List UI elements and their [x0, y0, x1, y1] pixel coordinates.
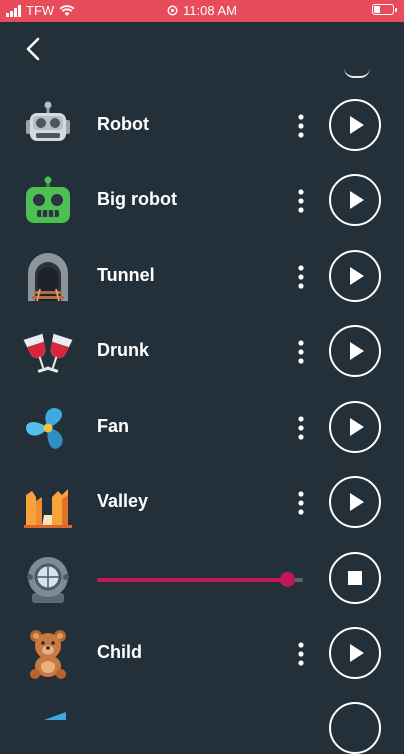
- play-icon: [350, 267, 364, 285]
- partial-play-button[interactable]: [344, 68, 370, 78]
- alarm-icon: [167, 5, 178, 16]
- chevron-left-icon: [26, 37, 40, 61]
- play-icon: [350, 493, 364, 511]
- play-button[interactable]: [329, 174, 381, 226]
- more-vertical-icon: [298, 189, 304, 213]
- list-item: Drunk: [0, 314, 404, 390]
- playback-slider[interactable]: [97, 572, 303, 587]
- play-icon: [350, 191, 364, 209]
- more-vertical-icon: [298, 340, 304, 364]
- clock-time: 11:08 AM: [183, 3, 237, 18]
- slider-thumb[interactable]: [279, 572, 295, 587]
- slider-progress: [97, 578, 287, 582]
- play-button[interactable]: [329, 325, 381, 377]
- back-button[interactable]: [22, 36, 46, 62]
- item-label: Big robot: [97, 189, 177, 209]
- play-icon: [350, 418, 364, 436]
- status-bar: TFW 11:08 AM: [0, 0, 404, 22]
- list-item: Big robot: [0, 163, 404, 239]
- list-item-playing: [0, 541, 404, 617]
- list-item: Fan: [0, 390, 404, 466]
- play-button[interactable]: [329, 401, 381, 453]
- teddy-bear-icon: [22, 628, 74, 680]
- stop-icon: [348, 571, 362, 585]
- more-options-button[interactable]: [290, 187, 312, 215]
- more-vertical-icon: [298, 114, 304, 138]
- stop-button[interactable]: [329, 552, 381, 604]
- tunnel-icon: [22, 251, 74, 303]
- play-button[interactable]: [329, 99, 381, 151]
- more-vertical-icon: [298, 265, 304, 289]
- play-button[interactable]: [329, 250, 381, 302]
- battery-icon: [372, 4, 397, 15]
- item-label: Robot: [97, 114, 149, 134]
- more-options-button[interactable]: [290, 414, 312, 442]
- play-icon: [350, 644, 364, 662]
- valley-icon: [22, 477, 74, 529]
- item-label: Fan: [97, 416, 130, 436]
- play-button[interactable]: [329, 627, 381, 679]
- robot-icon: [22, 100, 74, 152]
- big-robot-icon: [22, 175, 74, 227]
- play-icon: [350, 116, 364, 134]
- item-label: Valley: [97, 491, 149, 511]
- play-button[interactable]: [329, 476, 381, 528]
- play-icon: [350, 342, 364, 360]
- partial-play-button[interactable]: [329, 702, 381, 754]
- item-label: Child: [97, 642, 142, 662]
- item-label: Tunnel: [97, 265, 155, 285]
- more-options-button[interactable]: [290, 338, 312, 366]
- more-vertical-icon: [298, 491, 304, 515]
- more-vertical-icon: [298, 416, 304, 440]
- more-options-button[interactable]: [290, 263, 312, 291]
- more-options-button[interactable]: [290, 489, 312, 517]
- list-item: Child: [0, 616, 404, 692]
- more-options-button[interactable]: [290, 640, 312, 668]
- partial-item-icon: [44, 712, 66, 720]
- list-item: Valley: [0, 465, 404, 541]
- list-item: Tunnel: [0, 239, 404, 315]
- diver-helmet-icon: [22, 553, 74, 605]
- fan-icon: [22, 402, 74, 454]
- more-vertical-icon: [298, 642, 304, 666]
- wine-glasses-icon: [22, 326, 74, 378]
- item-label: Drunk: [97, 340, 150, 360]
- list-item: Robot: [0, 88, 404, 164]
- more-options-button[interactable]: [290, 112, 312, 140]
